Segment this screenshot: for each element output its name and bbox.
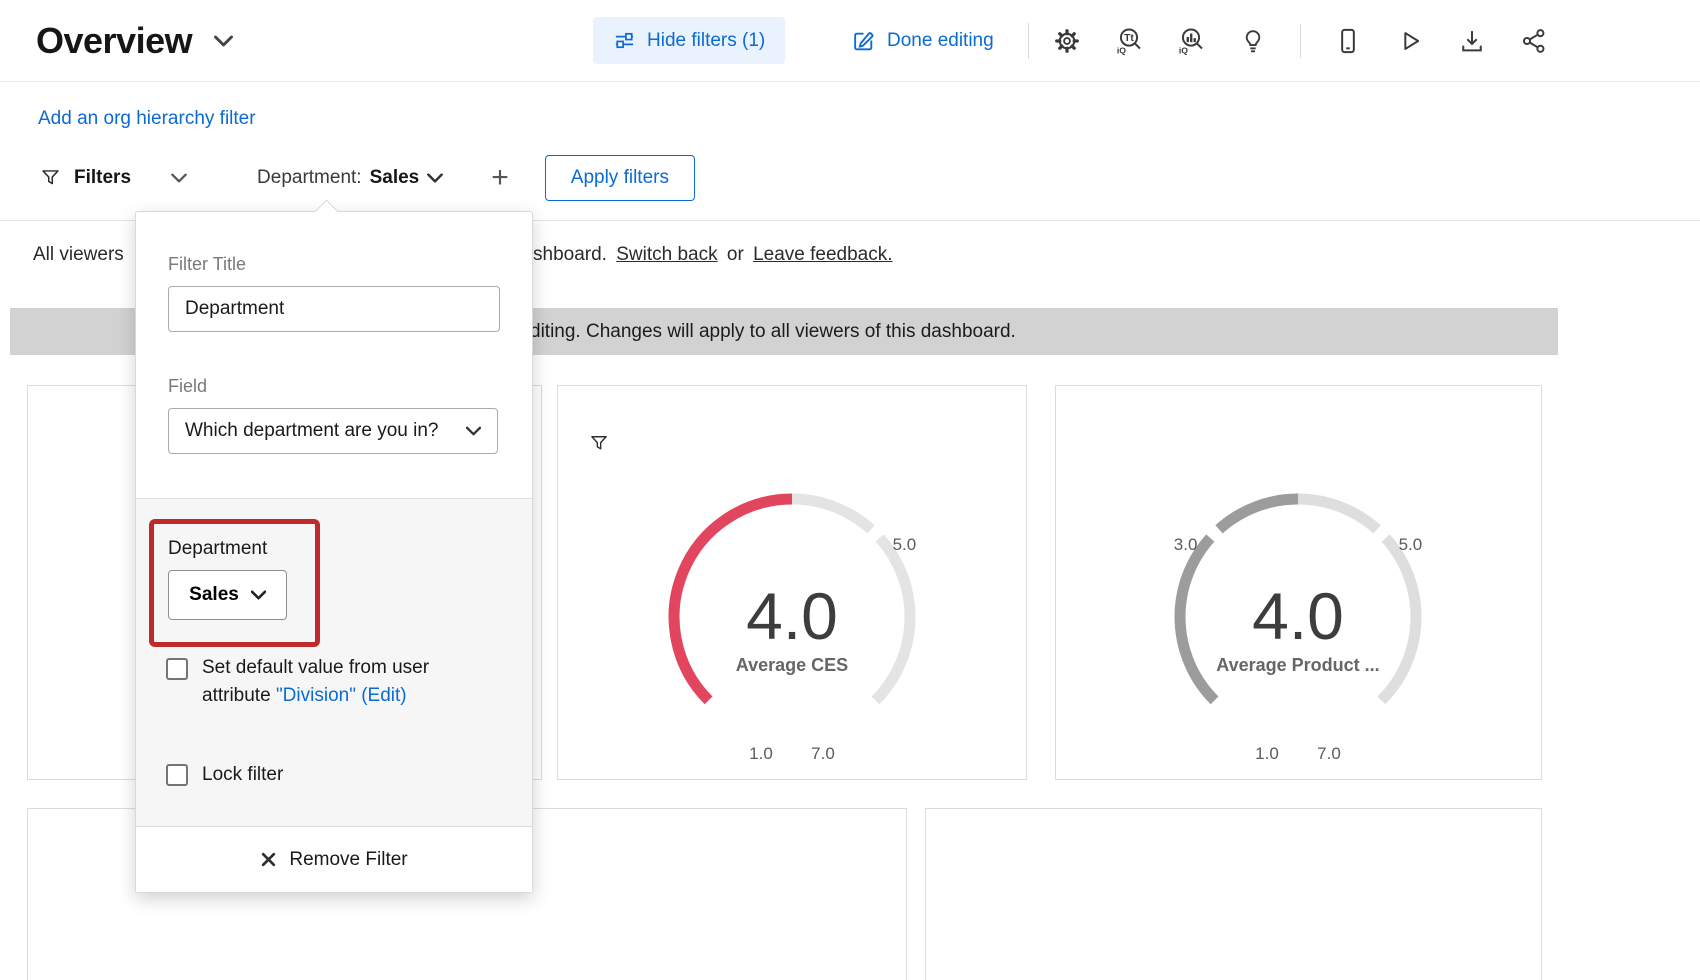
widget-card-5[interactable]	[925, 808, 1542, 980]
apply-filters-button[interactable]: Apply filters	[545, 155, 695, 201]
svg-text:1.0: 1.0	[749, 744, 773, 763]
default-value-label: Set default value from user attribute "D…	[202, 654, 464, 710]
remove-filter-button[interactable]: Remove Filter	[136, 826, 532, 892]
popup-caret	[314, 199, 338, 223]
department-filter-chip[interactable]: Department: Sales	[257, 167, 443, 189]
page-title: Overview	[36, 20, 192, 62]
remove-x-icon	[260, 851, 277, 868]
svg-text:1.0: 1.0	[1255, 744, 1279, 763]
edit-pencil-icon	[851, 28, 876, 53]
highlight-annotation	[149, 519, 320, 647]
hide-filters-button[interactable]: Hide filters (1)	[593, 17, 785, 64]
settings-button[interactable]	[1052, 26, 1082, 56]
svg-text:Average Product ...: Average Product ...	[1216, 655, 1379, 675]
notice-or-text: or	[727, 244, 744, 265]
add-filter-button[interactable]: +	[485, 162, 515, 194]
lock-filter-checkbox[interactable]	[166, 764, 188, 786]
filter-chip-name: Department:	[257, 167, 362, 189]
editing-banner-text: diting. Changes will apply to all viewer…	[530, 321, 1016, 343]
svg-text:7.0: 7.0	[1317, 744, 1341, 763]
stats-iq-button[interactable]: iQ	[1176, 26, 1206, 56]
present-button[interactable]	[1395, 26, 1425, 56]
share-icon	[1520, 27, 1548, 55]
funnel-icon	[589, 433, 609, 453]
stats-iq-icon: iQ	[1176, 26, 1206, 56]
toolbar-icon-group: Tt iQ iQ	[1052, 0, 1549, 81]
lock-filter-text: Lock filter	[202, 764, 283, 785]
done-editing-label: Done editing	[887, 30, 994, 52]
viewer-notice-text: shboard. Switch back or Leave feedback.	[533, 244, 897, 266]
done-editing-button[interactable]: Done editing	[845, 17, 1000, 64]
dashboard-title-menu[interactable]: Overview	[36, 0, 233, 81]
filters-chevron-icon[interactable]	[171, 173, 187, 183]
play-icon	[1396, 27, 1424, 55]
widget-filter-button[interactable]	[584, 428, 614, 458]
lightbulb-icon	[1239, 27, 1267, 55]
widget-card-ces[interactable]: 5.0 1.0 7.0 4.0 Average CES	[557, 385, 1027, 780]
field-select-value: Which department are you in?	[185, 420, 438, 442]
svg-text:3.0: 3.0	[1174, 535, 1198, 554]
funnel-icon	[40, 167, 61, 188]
gear-icon	[1053, 27, 1081, 55]
svg-text:Average CES: Average CES	[736, 655, 848, 675]
filter-sliders-icon	[613, 29, 636, 52]
hide-filters-label: Hide filters (1)	[647, 30, 765, 52]
chevron-down-icon	[427, 173, 443, 183]
dashboard-page: Overview Hide filters (1) Done edit	[0, 0, 1700, 980]
top-toolbar: Overview Hide filters (1) Done edit	[0, 0, 1700, 82]
text-iq-icon: Tt iQ	[1114, 26, 1144, 56]
field-label: Field	[168, 376, 207, 397]
widget-card-product[interactable]: 3.0 5.0 1.0 7.0 4.0 Average Product ...	[1055, 385, 1542, 780]
gauge-chart-average-ces: 5.0 1.0 7.0 4.0 Average CES	[632, 459, 952, 779]
export-button[interactable]	[1457, 26, 1487, 56]
svg-text:4.0: 4.0	[1252, 579, 1344, 653]
filter-title-label: Filter Title	[168, 254, 246, 275]
svg-text:5.0: 5.0	[893, 535, 917, 554]
filters-toolbar: Filters Department: Sales + Apply filter…	[40, 154, 695, 201]
svg-text:Tt: Tt	[1124, 33, 1134, 44]
gauge-chart-average-product: 3.0 5.0 1.0 7.0 4.0 Average Product ...	[1138, 459, 1458, 779]
svg-text:4.0: 4.0	[746, 579, 838, 653]
text-iq-button[interactable]: Tt iQ	[1114, 26, 1144, 56]
filter-title-input[interactable]	[168, 286, 500, 332]
filter-edit-popup: Filter Title Field Which department are …	[135, 211, 533, 893]
filters-label: Filters	[74, 167, 131, 189]
notice-fragment: shboard.	[533, 244, 607, 265]
field-select[interactable]: Which department are you in?	[168, 408, 498, 454]
lock-filter-label: Lock filter	[202, 761, 464, 789]
switch-back-link[interactable]: Switch back	[616, 244, 717, 265]
phone-icon	[1334, 27, 1362, 55]
toolbar-divider	[1300, 24, 1301, 58]
chevron-down-icon	[466, 426, 481, 436]
filter-chip-value: Sales	[370, 167, 420, 189]
default-value-checkbox[interactable]	[166, 658, 188, 680]
all-viewers-label: All viewers	[33, 244, 124, 266]
svg-text:iQ: iQ	[1179, 45, 1188, 55]
org-hierarchy-filter-link[interactable]: Add an org hierarchy filter	[38, 108, 256, 130]
share-button[interactable]	[1519, 26, 1549, 56]
insights-button[interactable]	[1238, 26, 1268, 56]
download-icon	[1458, 27, 1486, 55]
title-chevron-down-icon[interactable]	[214, 35, 233, 47]
svg-text:iQ: iQ	[1117, 45, 1126, 55]
svg-text:5.0: 5.0	[1399, 535, 1423, 554]
mobile-preview-button[interactable]	[1333, 26, 1363, 56]
leave-feedback-link[interactable]: Leave feedback.	[753, 244, 892, 265]
division-edit-link[interactable]: "Division" (Edit)	[276, 685, 407, 706]
remove-filter-label: Remove Filter	[289, 849, 407, 871]
svg-text:7.0: 7.0	[811, 744, 835, 763]
toolbar-divider	[1028, 23, 1029, 59]
